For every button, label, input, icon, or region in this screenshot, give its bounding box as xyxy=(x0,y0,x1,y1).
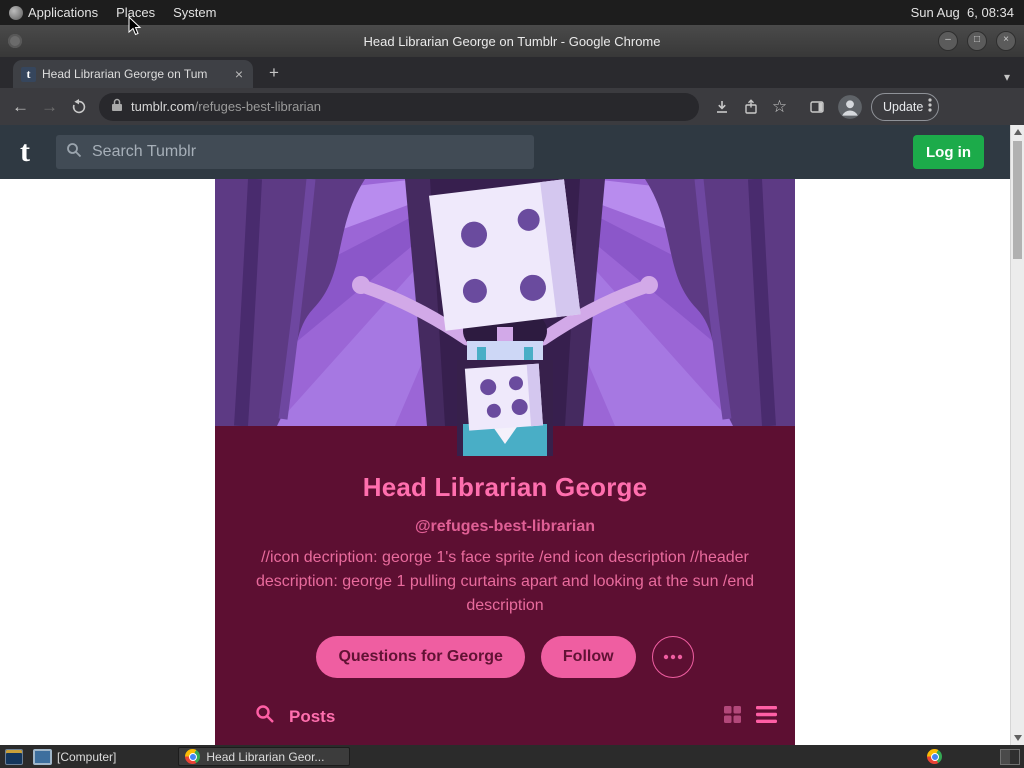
tab-posts[interactable]: Posts xyxy=(289,707,335,727)
follow-button[interactable]: Follow xyxy=(540,636,636,678)
update-label: Update xyxy=(883,99,924,114)
search-icon xyxy=(66,142,82,163)
browser-toolbar: ← → tumblr.com/refuges-best-librarian ☆ … xyxy=(0,88,1024,125)
install-button[interactable] xyxy=(707,92,736,121)
scroll-up-icon[interactable] xyxy=(1011,125,1024,139)
new-tab-button[interactable]: + xyxy=(261,60,287,86)
menu-system-label: System xyxy=(173,5,217,20)
blog-page: Head Librarian George @refuges-best-libr… xyxy=(0,179,1010,745)
scrollbar-thumb[interactable] xyxy=(1013,141,1022,259)
window-controls: – □ × xyxy=(938,31,1016,51)
update-button[interactable]: Update xyxy=(871,92,940,121)
computer-label: [Computer] xyxy=(57,749,117,764)
taskbar-window-label: Head Librarian Geor... xyxy=(206,749,325,764)
url-host: tumblr.com xyxy=(131,99,195,114)
close-button[interactable]: × xyxy=(996,31,1016,51)
applications-icon xyxy=(9,5,23,20)
maximize-button[interactable]: □ xyxy=(967,31,987,51)
tumblr-favicon: t xyxy=(21,66,36,82)
scroll-down-icon[interactable] xyxy=(1011,731,1024,745)
posts-toolbar: Posts xyxy=(215,704,795,729)
tumblr-header: t Log in xyxy=(0,125,1010,179)
menu-kebab-icon[interactable] xyxy=(928,97,932,116)
menu-applications-label: Applications xyxy=(28,5,99,20)
share-button[interactable] xyxy=(736,92,765,121)
more-options-button[interactable] xyxy=(651,636,694,678)
chrome-icon xyxy=(185,749,201,764)
reload-button[interactable] xyxy=(64,92,93,121)
window-title: Head Librarian George on Tumblr - Google… xyxy=(363,33,661,49)
window-titlebar: Head Librarian George on Tumblr - Google… xyxy=(0,25,1024,57)
blog-title: Head Librarian George xyxy=(362,472,648,502)
list-view-icon[interactable] xyxy=(756,705,777,728)
side-panel-icon xyxy=(809,100,824,113)
tab-title: Head Librarian George on Tum xyxy=(42,67,208,81)
tab-head-librarian[interactable]: t Head Librarian George on Tum × xyxy=(13,60,253,88)
computer-icon xyxy=(33,748,52,765)
login-button[interactable]: Log in xyxy=(913,135,984,169)
menu-places-label: Places xyxy=(116,5,156,20)
reload-icon xyxy=(72,98,85,113)
tray-chrome-icon[interactable] xyxy=(927,749,942,764)
share-icon xyxy=(744,98,757,114)
ellipsis-icon xyxy=(663,654,682,660)
taskbar-window-button[interactable]: Head Librarian Geor... xyxy=(178,747,351,766)
browser-viewport: t Log in xyxy=(0,125,1024,745)
grid-view-icon[interactable] xyxy=(723,705,742,729)
blog-body: Head Librarian George @refuges-best-libr… xyxy=(215,426,795,745)
computer-shortcut[interactable]: [Computer] xyxy=(33,748,117,765)
desktop-menubar: Applications Places System Sun Aug 6, 08… xyxy=(0,0,1024,25)
window-menu-icon[interactable] xyxy=(8,34,22,48)
side-panel-button[interactable] xyxy=(802,92,831,121)
blog-search-icon[interactable] xyxy=(255,704,275,729)
blog-actions: Questions for George Follow xyxy=(316,636,694,678)
download-icon xyxy=(716,100,727,113)
tab-strip: t Head Librarian George on Tum × + ▾ xyxy=(0,57,1024,88)
minimize-button[interactable]: – xyxy=(938,31,958,51)
blog-card: Head Librarian George @refuges-best-libr… xyxy=(215,179,795,745)
file-manager-icon[interactable] xyxy=(5,748,23,765)
site-info-icon[interactable] xyxy=(111,98,123,115)
bookmark-star-icon[interactable]: ☆ xyxy=(765,92,794,121)
person-icon xyxy=(838,94,862,119)
tumblr-logo[interactable]: t xyxy=(20,137,30,167)
menu-places[interactable]: Places xyxy=(107,0,164,25)
forward-button[interactable]: → xyxy=(35,92,64,121)
menu-applications[interactable]: Applications xyxy=(0,0,107,25)
tab-search-chevron-icon[interactable]: ▾ xyxy=(1004,70,1010,84)
tab-close-icon[interactable]: × xyxy=(233,67,245,81)
menu-system[interactable]: System xyxy=(164,0,225,25)
ask-button[interactable]: Questions for George xyxy=(316,636,525,678)
tumblr-search-box[interactable] xyxy=(56,135,534,169)
blog-description: //icon decription: george 1's face sprit… xyxy=(255,549,755,614)
blog-handle: @refuges-best-librarian xyxy=(414,518,596,535)
blog-avatar xyxy=(457,360,553,456)
address-bar[interactable]: tumblr.com/refuges-best-librarian xyxy=(99,92,699,121)
taskbar: [Computer] Head Librarian Geor... xyxy=(0,745,1024,768)
workspace-switcher[interactable] xyxy=(1000,748,1020,765)
scrollbar[interactable] xyxy=(1010,125,1024,745)
clock[interactable]: Sun Aug 6, 08:34 xyxy=(911,5,1014,20)
url-path: /refuges-best-librarian xyxy=(194,99,322,114)
search-input[interactable] xyxy=(90,142,524,162)
back-button[interactable]: ← xyxy=(6,92,35,121)
profile-avatar[interactable] xyxy=(837,94,863,120)
